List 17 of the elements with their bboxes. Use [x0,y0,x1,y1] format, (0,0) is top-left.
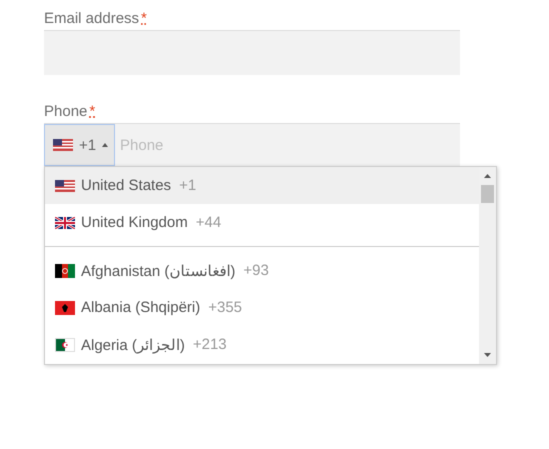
us-flag-icon [55,180,75,192]
field-label: Phone [44,102,88,122]
country-option[interactable]: Albania (Shqipëri) +355 [45,289,479,326]
email-field[interactable] [44,30,460,75]
caret-icon [102,143,108,147]
algeria-flag-icon [55,338,75,352]
field-label: Email address [44,9,140,29]
required-mark: * [141,9,147,29]
uk-flag-icon [55,216,75,228]
country-option[interactable]: United Kingdom +44 [45,204,479,241]
afghan-flag-icon [55,264,75,278]
country-code-selector[interactable]: +1 [44,124,115,166]
albania-flag-icon [55,300,75,314]
us-flag-icon [53,139,73,151]
country-option[interactable]: United States +1 [45,167,479,204]
required-mark: * [89,102,96,122]
scrollbar[interactable] [479,167,496,364]
